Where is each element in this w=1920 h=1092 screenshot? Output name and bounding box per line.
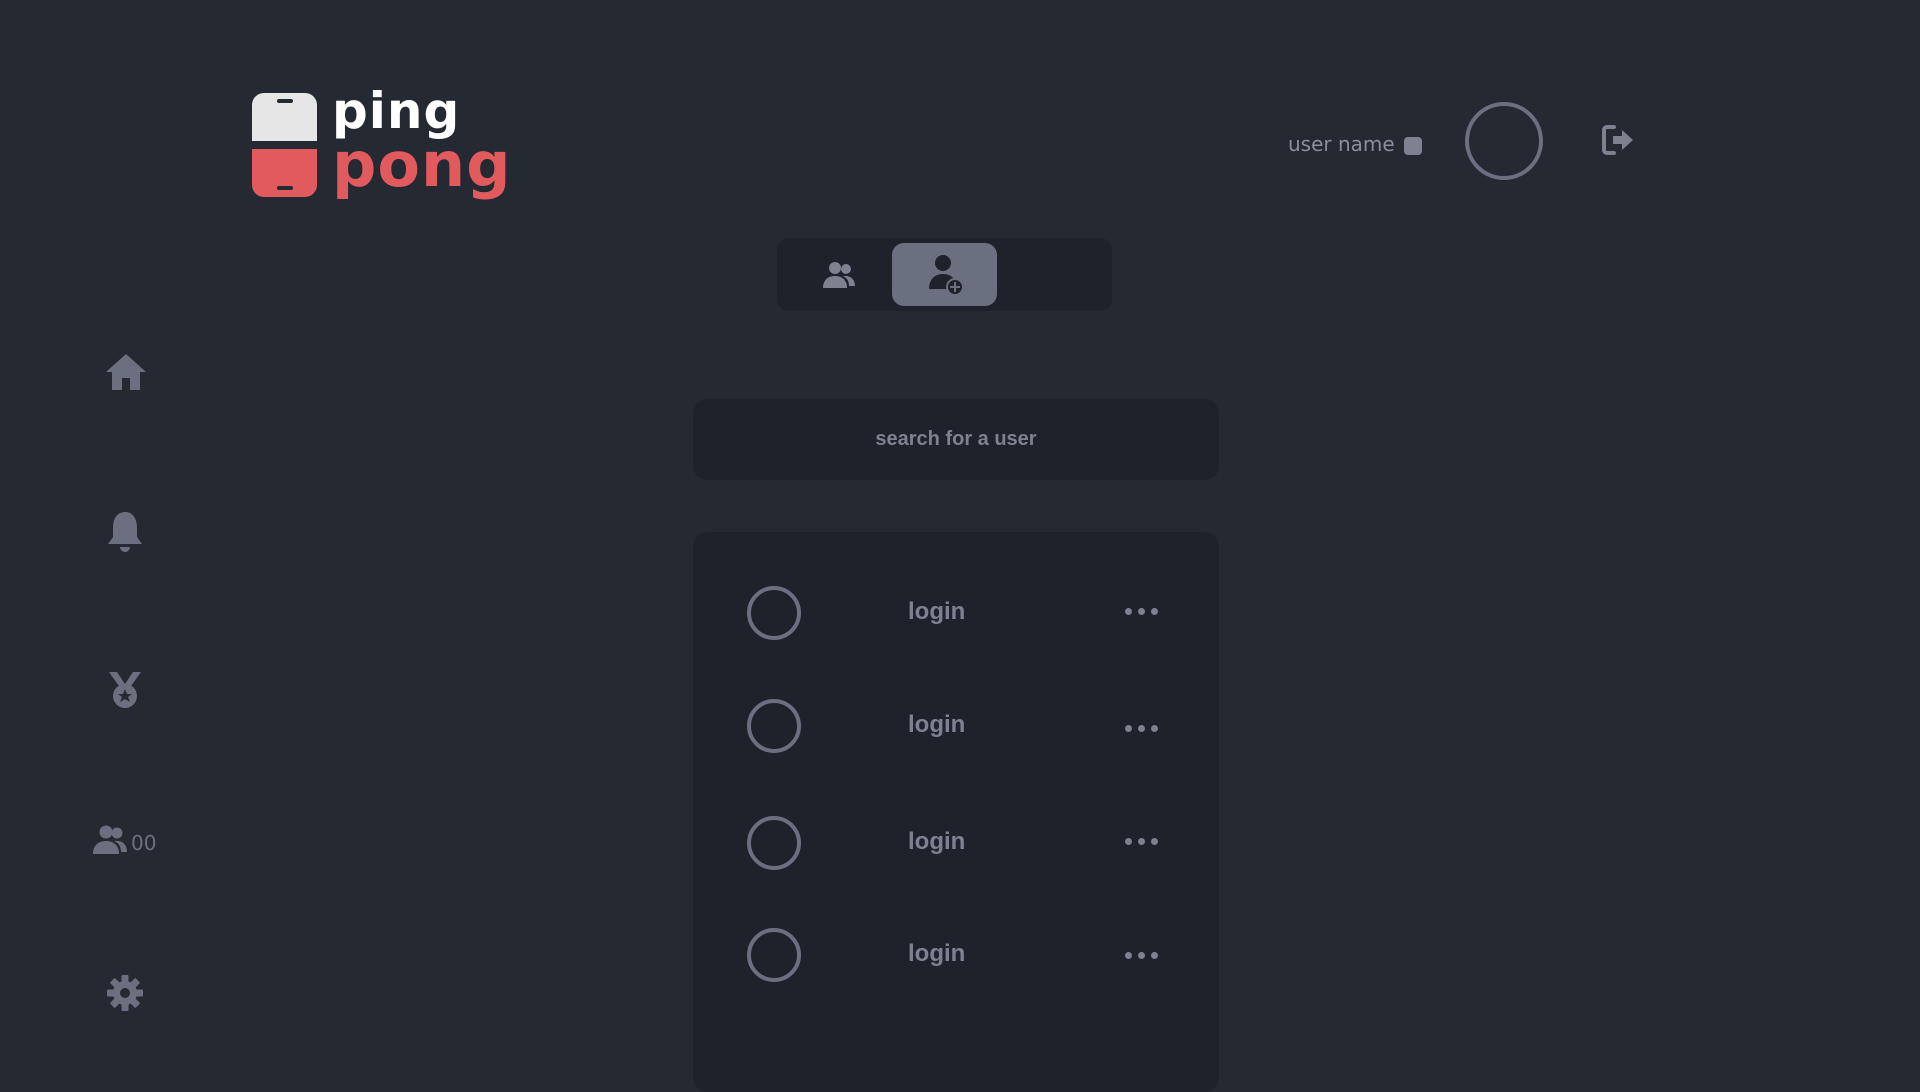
home-icon[interactable]: [105, 352, 147, 392]
user-login: login: [908, 711, 966, 738]
list-item[interactable]: login: [693, 689, 1219, 759]
bell-icon[interactable]: [106, 510, 144, 554]
user-avatar[interactable]: [747, 699, 801, 753]
view-tab-switch: [777, 238, 1112, 311]
header-avatar[interactable]: [1465, 102, 1543, 180]
more-options-icon[interactable]: [1125, 952, 1159, 962]
user-search-input[interactable]: [693, 399, 1219, 480]
user-login: login: [908, 940, 966, 967]
more-options-icon[interactable]: [1125, 608, 1159, 618]
user-list-panel: login login login login: [693, 532, 1219, 1092]
logo-text-pong: pong: [332, 128, 512, 201]
tab-friends[interactable]: [799, 243, 879, 306]
logout-icon[interactable]: [1600, 122, 1636, 158]
more-options-icon[interactable]: [1125, 838, 1159, 848]
tab-add-user[interactable]: [892, 243, 997, 306]
phone-logo-icon: [252, 93, 317, 197]
user-login: login: [908, 598, 966, 625]
user-avatar[interactable]: [747, 928, 801, 982]
user-login: login: [908, 828, 966, 855]
users-online-count: 00: [131, 831, 157, 855]
users-icon[interactable]: [92, 824, 128, 856]
add-user-icon: [928, 254, 964, 296]
gear-icon[interactable]: [106, 974, 144, 1012]
header-username: user name: [1288, 132, 1395, 156]
list-item[interactable]: login: [693, 576, 1219, 646]
user-avatar[interactable]: [747, 816, 801, 870]
app-logo: ping pong: [252, 82, 511, 201]
list-item[interactable]: login: [693, 806, 1219, 876]
list-item[interactable]: login: [693, 918, 1219, 988]
friends-icon: [823, 261, 855, 288]
more-options-icon[interactable]: [1125, 725, 1159, 735]
status-indicator: [1404, 137, 1422, 155]
user-avatar[interactable]: [747, 586, 801, 640]
medal-icon[interactable]: [107, 670, 143, 710]
